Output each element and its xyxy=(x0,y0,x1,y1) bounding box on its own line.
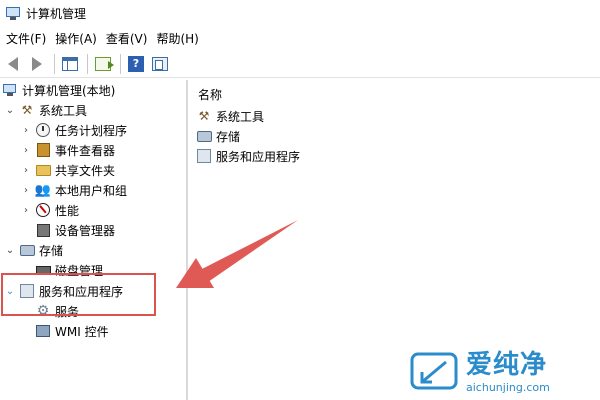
console-tree-icon xyxy=(62,56,78,71)
collapse-chevron-icon[interactable]: › xyxy=(20,124,32,136)
wmi-icon xyxy=(36,325,50,337)
tree-label: 性能 xyxy=(55,203,80,218)
watermark: 爱纯净 aichunjing.com xyxy=(410,348,590,396)
menu-view[interactable]: 查看(V) xyxy=(104,30,155,47)
tree-item-storage[interactable]: ⌄ 存储 xyxy=(4,240,63,260)
tree-item-shared-folders[interactable]: › 共享文件夹 xyxy=(20,160,115,180)
storage-icon xyxy=(196,130,212,142)
watermark-brand: 爱纯净 xyxy=(466,349,548,380)
performance-gauge-icon xyxy=(36,203,50,217)
window-title: 计算机管理 xyxy=(26,6,87,21)
toolbar: ? xyxy=(0,50,600,78)
tree-label: 计算机管理(本地) xyxy=(22,83,116,98)
tree-label: 本地用户和组 xyxy=(55,183,128,198)
list-item-label: 服务和应用程序 xyxy=(216,149,301,164)
tools-icon: ⚒ xyxy=(21,103,33,117)
tree-label: 系统工具 xyxy=(39,103,88,118)
expand-chevron-icon[interactable]: ⌄ xyxy=(4,244,16,256)
toolbar-separator xyxy=(120,53,121,74)
list-item-storage[interactable]: 存储 xyxy=(196,126,240,146)
tree-item-system-tools[interactable]: ⌄ ⚒ 系统工具 xyxy=(4,100,87,120)
help-icon: ? xyxy=(128,55,144,72)
back-arrow-icon xyxy=(8,56,18,71)
tree-label: 设备管理器 xyxy=(55,223,116,238)
watermark-url: aichunjing.com xyxy=(466,380,550,394)
tree-item-performance[interactable]: › 性能 xyxy=(20,200,79,220)
title-bar: 计算机管理 xyxy=(0,0,600,26)
computer-icon xyxy=(2,82,18,98)
toolbar-separator xyxy=(87,53,88,74)
storage-icon xyxy=(19,244,35,256)
menu-file[interactable]: 文件(F) xyxy=(4,30,53,47)
back-button[interactable] xyxy=(2,53,24,75)
tree-item-event-viewer[interactable]: › 事件查看器 xyxy=(20,140,115,160)
clock-icon xyxy=(36,123,50,137)
forward-button[interactable] xyxy=(26,53,48,75)
export-list-button[interactable] xyxy=(92,53,114,75)
users-icon: 👥 xyxy=(34,182,52,198)
tree-item-device-manager[interactable]: 设备管理器 xyxy=(20,220,115,240)
event-log-icon xyxy=(36,143,50,157)
navigation-tree: 计算机管理(本地) ⌄ ⚒ 系统工具 › 任务计划程序 › 事件查看器 › 共享… xyxy=(0,80,184,400)
tree-label: WMI 控件 xyxy=(55,324,109,339)
collapse-chevron-icon[interactable]: › xyxy=(20,144,32,156)
tree-label: 任务计划程序 xyxy=(55,123,128,138)
collapse-chevron-icon[interactable]: › xyxy=(20,164,32,176)
list-item-label: 系统工具 xyxy=(216,109,265,124)
collapse-chevron-icon[interactable]: › xyxy=(20,204,32,216)
forward-arrow-icon xyxy=(32,56,42,71)
services-app-icon xyxy=(197,149,211,163)
show-action-pane-button[interactable] xyxy=(149,53,171,75)
tree-item-task-scheduler[interactable]: › 任务计划程序 xyxy=(20,120,127,140)
menu-action[interactable]: 操作(A) xyxy=(53,30,104,47)
brand-logo-icon xyxy=(410,352,458,390)
list-item-label: 存储 xyxy=(216,129,241,144)
tree-item-root[interactable]: 计算机管理(本地) xyxy=(2,80,115,100)
export-icon xyxy=(95,56,114,71)
device-manager-icon xyxy=(36,223,50,237)
tree-label: 事件查看器 xyxy=(55,143,116,158)
computer-management-icon xyxy=(6,6,20,20)
list-item-services-and-applications[interactable]: 服务和应用程序 xyxy=(196,146,300,166)
menu-bar: 文件(F) 操作(A) 查看(V) 帮助(H) xyxy=(0,28,600,48)
toolbar-separator xyxy=(54,53,55,74)
tools-icon: ⚒ xyxy=(198,109,210,123)
tree-item-wmi-control[interactable]: WMI 控件 xyxy=(20,321,109,341)
pane-divider[interactable] xyxy=(186,80,188,400)
collapse-chevron-icon[interactable]: › xyxy=(20,184,32,196)
show-hide-tree-button[interactable] xyxy=(59,53,81,75)
tree-label: 存储 xyxy=(39,243,64,258)
highlight-box xyxy=(1,273,156,316)
shared-folder-icon xyxy=(35,164,51,176)
action-pane-icon xyxy=(152,56,168,71)
column-header-name[interactable]: 名称 xyxy=(198,86,222,103)
help-button[interactable]: ? xyxy=(125,53,147,75)
list-item-system-tools[interactable]: ⚒ 系统工具 xyxy=(196,106,264,126)
expand-chevron-icon[interactable]: ⌄ xyxy=(4,104,16,116)
tree-label: 共享文件夹 xyxy=(55,163,116,178)
tree-item-local-users[interactable]: › 👥 本地用户和组 xyxy=(20,180,127,200)
menu-help[interactable]: 帮助(H) xyxy=(154,30,205,47)
